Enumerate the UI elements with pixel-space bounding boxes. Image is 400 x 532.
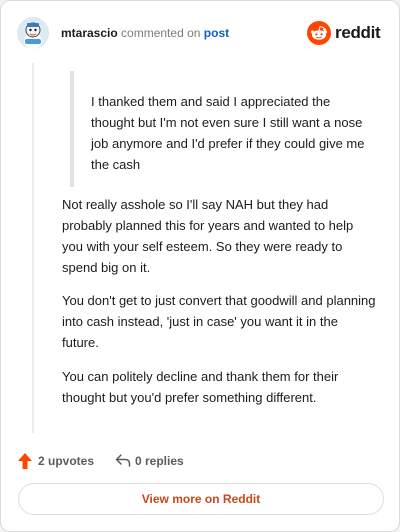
commented-on-label: commented on — [121, 26, 201, 40]
upvote-arrow-icon — [18, 453, 32, 469]
thread-line — [32, 63, 34, 433]
reply-button[interactable]: 0 replies — [115, 451, 205, 471]
comment-paragraph: You can politely decline and thank them … — [62, 369, 339, 405]
comment-embed-card: mtarascio commented on post reddit I tha… — [0, 0, 400, 532]
upvote-count: 2 upvotes — [38, 454, 95, 468]
user-avatar[interactable] — [17, 17, 49, 49]
upvote-button[interactable]: 2 upvotes — [17, 451, 107, 471]
post-link[interactable]: post — [204, 26, 229, 40]
username-link[interactable]: mtarascio — [61, 26, 118, 40]
reddit-wordmark: reddit — [335, 23, 381, 42]
reddit-logo-icon — [307, 21, 331, 45]
comment-meta: mtarascio commented on post — [61, 26, 229, 40]
view-more-button[interactable]: View more on Reddit — [18, 483, 384, 515]
comment-header: mtarascio commented on post reddit — [17, 17, 383, 49]
quoted-text: I thanked them and said I appreciated th… — [70, 71, 370, 187]
reddit-logo[interactable]: reddit — [307, 21, 383, 45]
comment-paragraph: You don't get to just convert that goodw… — [62, 293, 376, 350]
comment-paragraph: Not really asshole so I'll say NAH but t… — [62, 197, 354, 275]
reply-arrow-icon — [115, 454, 131, 467]
reply-count: 0 replies — [135, 454, 184, 468]
